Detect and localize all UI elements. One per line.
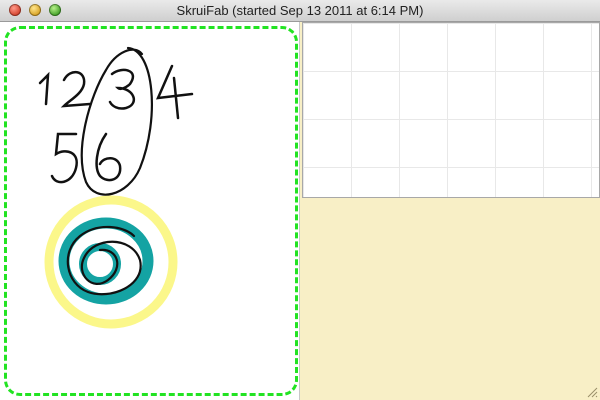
title-bar[interactable]: SkruiFab (started Sep 13 2011 at 6:14 PM… [0, 0, 600, 22]
grid-canvas[interactable] [302, 22, 600, 198]
resize-grip-icon[interactable] [586, 386, 598, 398]
window-title: SkruiFab (started Sep 13 2011 at 6:14 PM… [176, 3, 424, 18]
selection-box[interactable] [4, 26, 298, 396]
